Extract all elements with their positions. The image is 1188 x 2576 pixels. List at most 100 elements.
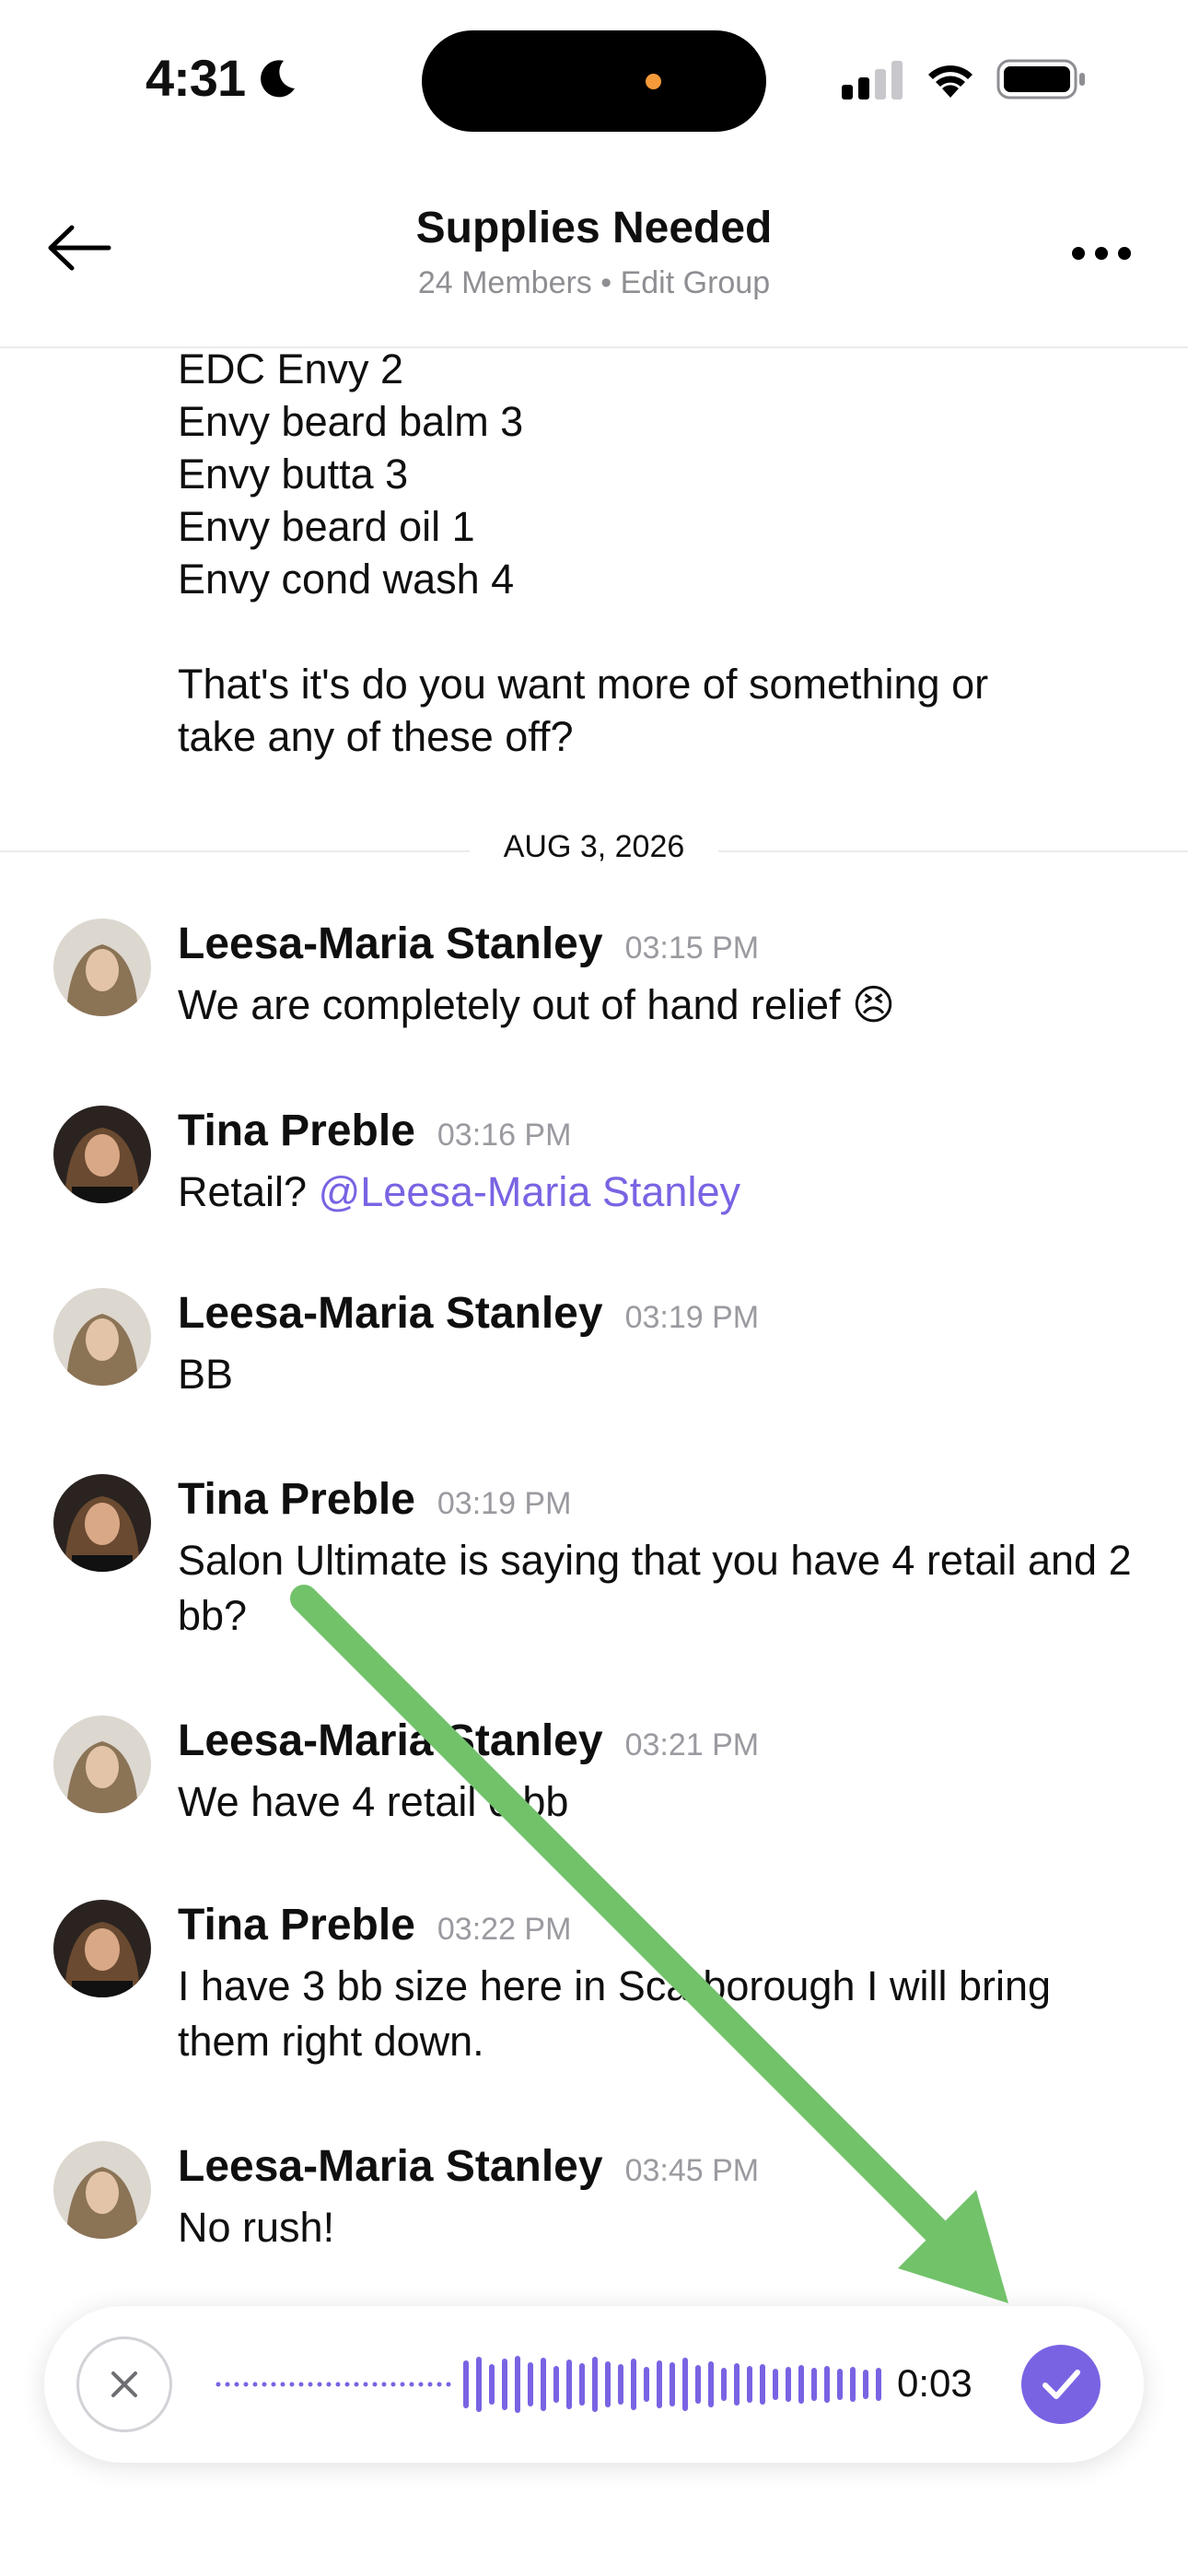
message-line: Envy butta 3 <box>178 451 409 498</box>
waveform-bar <box>824 2366 830 2403</box>
waveform-dot <box>381 2382 387 2387</box>
message-text: We have 4 retail 0 bb <box>178 1778 569 1825</box>
waveform-bar <box>747 2366 752 2403</box>
waveform-bar <box>760 2364 765 2405</box>
waveform-bar <box>618 2364 623 2405</box>
waveform-bar <box>837 2369 843 2400</box>
waveform-dot <box>427 2382 433 2387</box>
waveform-bar <box>682 2358 688 2411</box>
confirm-recording-button[interactable] <box>1021 2345 1101 2424</box>
cellular-signal-icon <box>842 61 903 100</box>
group-title: Supplies Needed <box>415 204 773 252</box>
date-divider-label: AUG 3, 2026 <box>470 829 718 865</box>
waveform-dot <box>280 2382 285 2387</box>
waveform-bar <box>773 2369 778 2400</box>
voice-recorder-bar: 0:03 <box>44 2306 1144 2463</box>
sender-name: Leesa-Maria Stanley 03:19 PM <box>178 1289 760 1338</box>
waveform-bar <box>463 2360 469 2408</box>
close-icon <box>111 2371 137 2397</box>
waveform-dot <box>363 2382 368 2387</box>
avatar[interactable] <box>53 2141 151 2239</box>
waveform-bar <box>786 2367 791 2402</box>
previous-message-text: EDC Envy 2 Envy beard balm 3 Envy butta … <box>178 343 1145 763</box>
message-time: 03:16 PM <box>437 1118 572 1153</box>
message-time: 03:19 PM <box>437 1486 572 1521</box>
avatar[interactable] <box>53 1106 151 1203</box>
sender-name: Tina Preble 03:22 PM <box>178 1901 572 1950</box>
sender-name: Tina Preble 03:19 PM <box>178 1475 572 1524</box>
message-text: BB <box>178 1351 234 1398</box>
waveform-dot <box>271 2382 276 2387</box>
message-time: 03:15 PM <box>624 931 760 966</box>
waveform-bar <box>721 2368 727 2401</box>
checkmark-icon <box>1042 2370 1080 2399</box>
waveform-dot <box>409 2382 414 2387</box>
waveform-bar <box>528 2362 533 2406</box>
waveform-dot <box>372 2382 378 2387</box>
message-text: No rush! <box>178 2204 335 2251</box>
message-line: EDC Envy 2 <box>178 345 404 392</box>
message-time: 03:45 PM <box>624 2153 760 2188</box>
waveform-bar <box>644 2367 649 2402</box>
group-subtitle[interactable]: 24 Members • Edit Group <box>0 265 1188 301</box>
dynamic-island <box>422 30 766 132</box>
waveform-bar <box>811 2368 817 2401</box>
waveform-bar <box>708 2361 714 2407</box>
waveform-dot <box>418 2382 424 2387</box>
message-line: That's it's do you want more of somethin… <box>178 661 989 708</box>
waveform-dot <box>289 2382 295 2387</box>
sender-name: Leesa-Maria Stanley 03:45 PM <box>178 2142 760 2191</box>
cancel-recording-button[interactable] <box>76 2336 172 2432</box>
waveform-bar <box>476 2357 482 2412</box>
waveform-dot <box>390 2382 396 2387</box>
waveform-bar <box>798 2365 804 2404</box>
waveform-dot <box>262 2382 267 2387</box>
sender-name: Tina Preble 03:16 PM <box>178 1107 572 1155</box>
battery-icon <box>996 59 1085 100</box>
message-time: 03:19 PM <box>624 1300 760 1335</box>
waveform-bar <box>502 2359 507 2410</box>
waveform-bar <box>515 2356 520 2413</box>
waveform-bar <box>579 2363 585 2406</box>
waveform-bar <box>695 2365 701 2404</box>
recording-indicator-icon <box>646 74 661 89</box>
user-mention[interactable]: @Leesa-Maria Stanley <box>319 1168 740 1215</box>
wifi-icon <box>928 65 973 98</box>
avatar[interactable] <box>53 1288 151 1386</box>
message-text: Retail? @Leesa-Maria Stanley <box>178 1168 740 1215</box>
waveform-bar <box>670 2362 675 2406</box>
waveform-bar <box>592 2357 598 2412</box>
message-text: We are completely out of hand relief 😣 <box>178 981 895 1028</box>
waveform-dot <box>446 2382 451 2387</box>
avatar[interactable] <box>53 1900 151 1997</box>
waveform-bar <box>631 2359 636 2410</box>
waveform-bar <box>863 2370 868 2399</box>
message-line: Envy beard oil 1 <box>178 503 475 550</box>
waveform-dot <box>234 2382 239 2387</box>
status-bar: 4:31 <box>0 0 1188 157</box>
waveform-bar <box>734 2363 740 2406</box>
audio-waveform <box>215 2356 881 2413</box>
waveform-bar <box>605 2361 611 2407</box>
waveform-bar <box>553 2366 559 2403</box>
waveform-bar <box>657 2360 662 2408</box>
message-line: Envy beard balm 3 <box>178 398 524 445</box>
waveform-dot <box>344 2382 350 2387</box>
chat-header: Supplies Needed 24 Members • Edit Group <box>0 157 1188 348</box>
avatar[interactable] <box>53 1715 151 1813</box>
moon-icon <box>261 60 295 98</box>
avatar[interactable] <box>53 1474 151 1572</box>
more-options-icon[interactable] <box>1071 245 1132 262</box>
waveform-dot <box>243 2382 249 2387</box>
waveform-dot <box>215 2382 221 2387</box>
message-line: Envy cond wash 4 <box>178 556 515 603</box>
waveform-dot <box>252 2382 258 2387</box>
waveform-bar <box>541 2358 546 2411</box>
sender-name: Leesa-Maria Stanley 03:21 PM <box>178 1716 760 1765</box>
message-time: 03:21 PM <box>624 1727 760 1762</box>
waveform-dot <box>317 2382 322 2387</box>
waveform-dot <box>308 2382 313 2387</box>
avatar[interactable] <box>53 919 151 1016</box>
message-text: I have 3 bb size here in Scarborough I w… <box>178 1962 1052 2065</box>
message-line: take any of these off? <box>178 713 574 760</box>
